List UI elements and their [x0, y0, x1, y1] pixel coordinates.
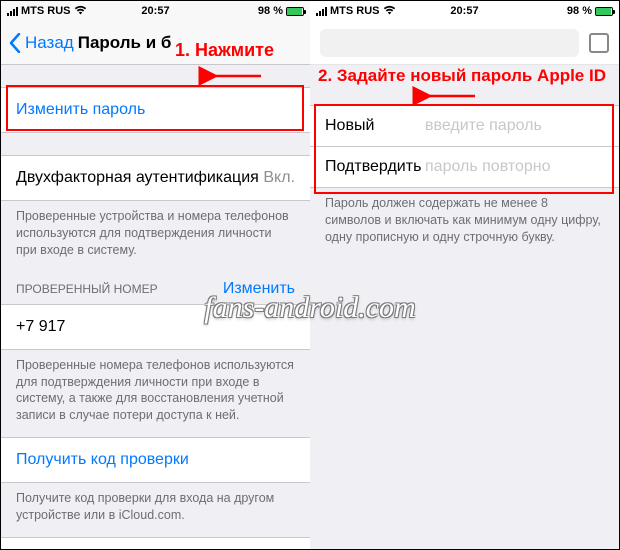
get-code-footer: Получите код проверки для входа на друго…	[1, 483, 310, 531]
new-password-screen: MTS RUS 20:57 98 % Новый введите пароль …	[310, 1, 619, 549]
carrier-label: MTS RUS	[330, 5, 380, 17]
two-factor-row[interactable]: Двухфакторная аутентификация Вкл.	[1, 156, 310, 200]
battery-percent: 98 %	[258, 5, 283, 17]
edit-button[interactable]: Изменить	[223, 280, 295, 298]
back-button[interactable]: Назад	[9, 33, 74, 53]
wifi-icon	[74, 5, 87, 18]
browser-chrome	[310, 21, 619, 65]
status-time: 20:57	[450, 5, 478, 17]
carrier-label: MTS RUS	[21, 5, 71, 17]
two-factor-label: Двухфакторная аутентификация	[16, 169, 259, 187]
cell-signal-icon	[316, 7, 327, 16]
trusted-phone-footer: Проверенные номера телефонов используютс…	[1, 350, 310, 432]
cell-signal-icon	[7, 7, 18, 16]
status-time: 20:57	[141, 5, 169, 17]
trusted-phone-number: +7 917	[16, 318, 65, 336]
new-password-row[interactable]: Новый введите пароль	[310, 106, 619, 146]
tabs-icon[interactable]	[589, 33, 609, 53]
url-bar[interactable]	[320, 29, 579, 57]
recovery-key-row[interactable]: Ключ восстановления Выкл. ›	[1, 538, 310, 549]
trusted-number-header: ПРОВЕРЕННЫЙ НОМЕР	[16, 282, 158, 296]
password-hint: Пароль должен содержать не менее 8 симво…	[310, 188, 619, 253]
status-bar: MTS RUS 20:57 98 %	[1, 1, 310, 21]
confirm-password-label: Подтвердить	[325, 158, 425, 176]
confirm-password-row[interactable]: Подтвердить пароль повторно	[310, 146, 619, 187]
two-factor-value: Вкл.	[263, 169, 295, 187]
nav-bar: Назад Пароль и б	[1, 21, 310, 65]
nav-title: Пароль и б	[78, 33, 172, 53]
battery-icon	[595, 7, 613, 16]
status-bar: MTS RUS 20:57 98 %	[310, 1, 619, 21]
back-label: Назад	[25, 33, 74, 53]
change-password-label: Изменить пароль	[16, 101, 145, 119]
settings-password-screen: MTS RUS 20:57 98 % Назад Пароль и б Изме…	[1, 1, 310, 549]
chevron-left-icon	[9, 33, 21, 53]
battery-icon	[286, 7, 304, 16]
trusted-phone-row[interactable]: +7 917	[1, 305, 310, 349]
wifi-icon	[383, 5, 396, 18]
battery-percent: 98 %	[567, 5, 592, 17]
get-code-row[interactable]: Получить код проверки	[1, 438, 310, 482]
new-password-label: Новый	[325, 117, 425, 135]
change-password-row[interactable]: Изменить пароль	[1, 88, 310, 132]
new-password-placeholder: введите пароль	[425, 117, 604, 135]
confirm-password-placeholder: пароль повторно	[425, 158, 604, 176]
two-factor-footer: Проверенные устройства и номера телефоно…	[1, 201, 310, 266]
get-code-label: Получить код проверки	[16, 451, 189, 469]
